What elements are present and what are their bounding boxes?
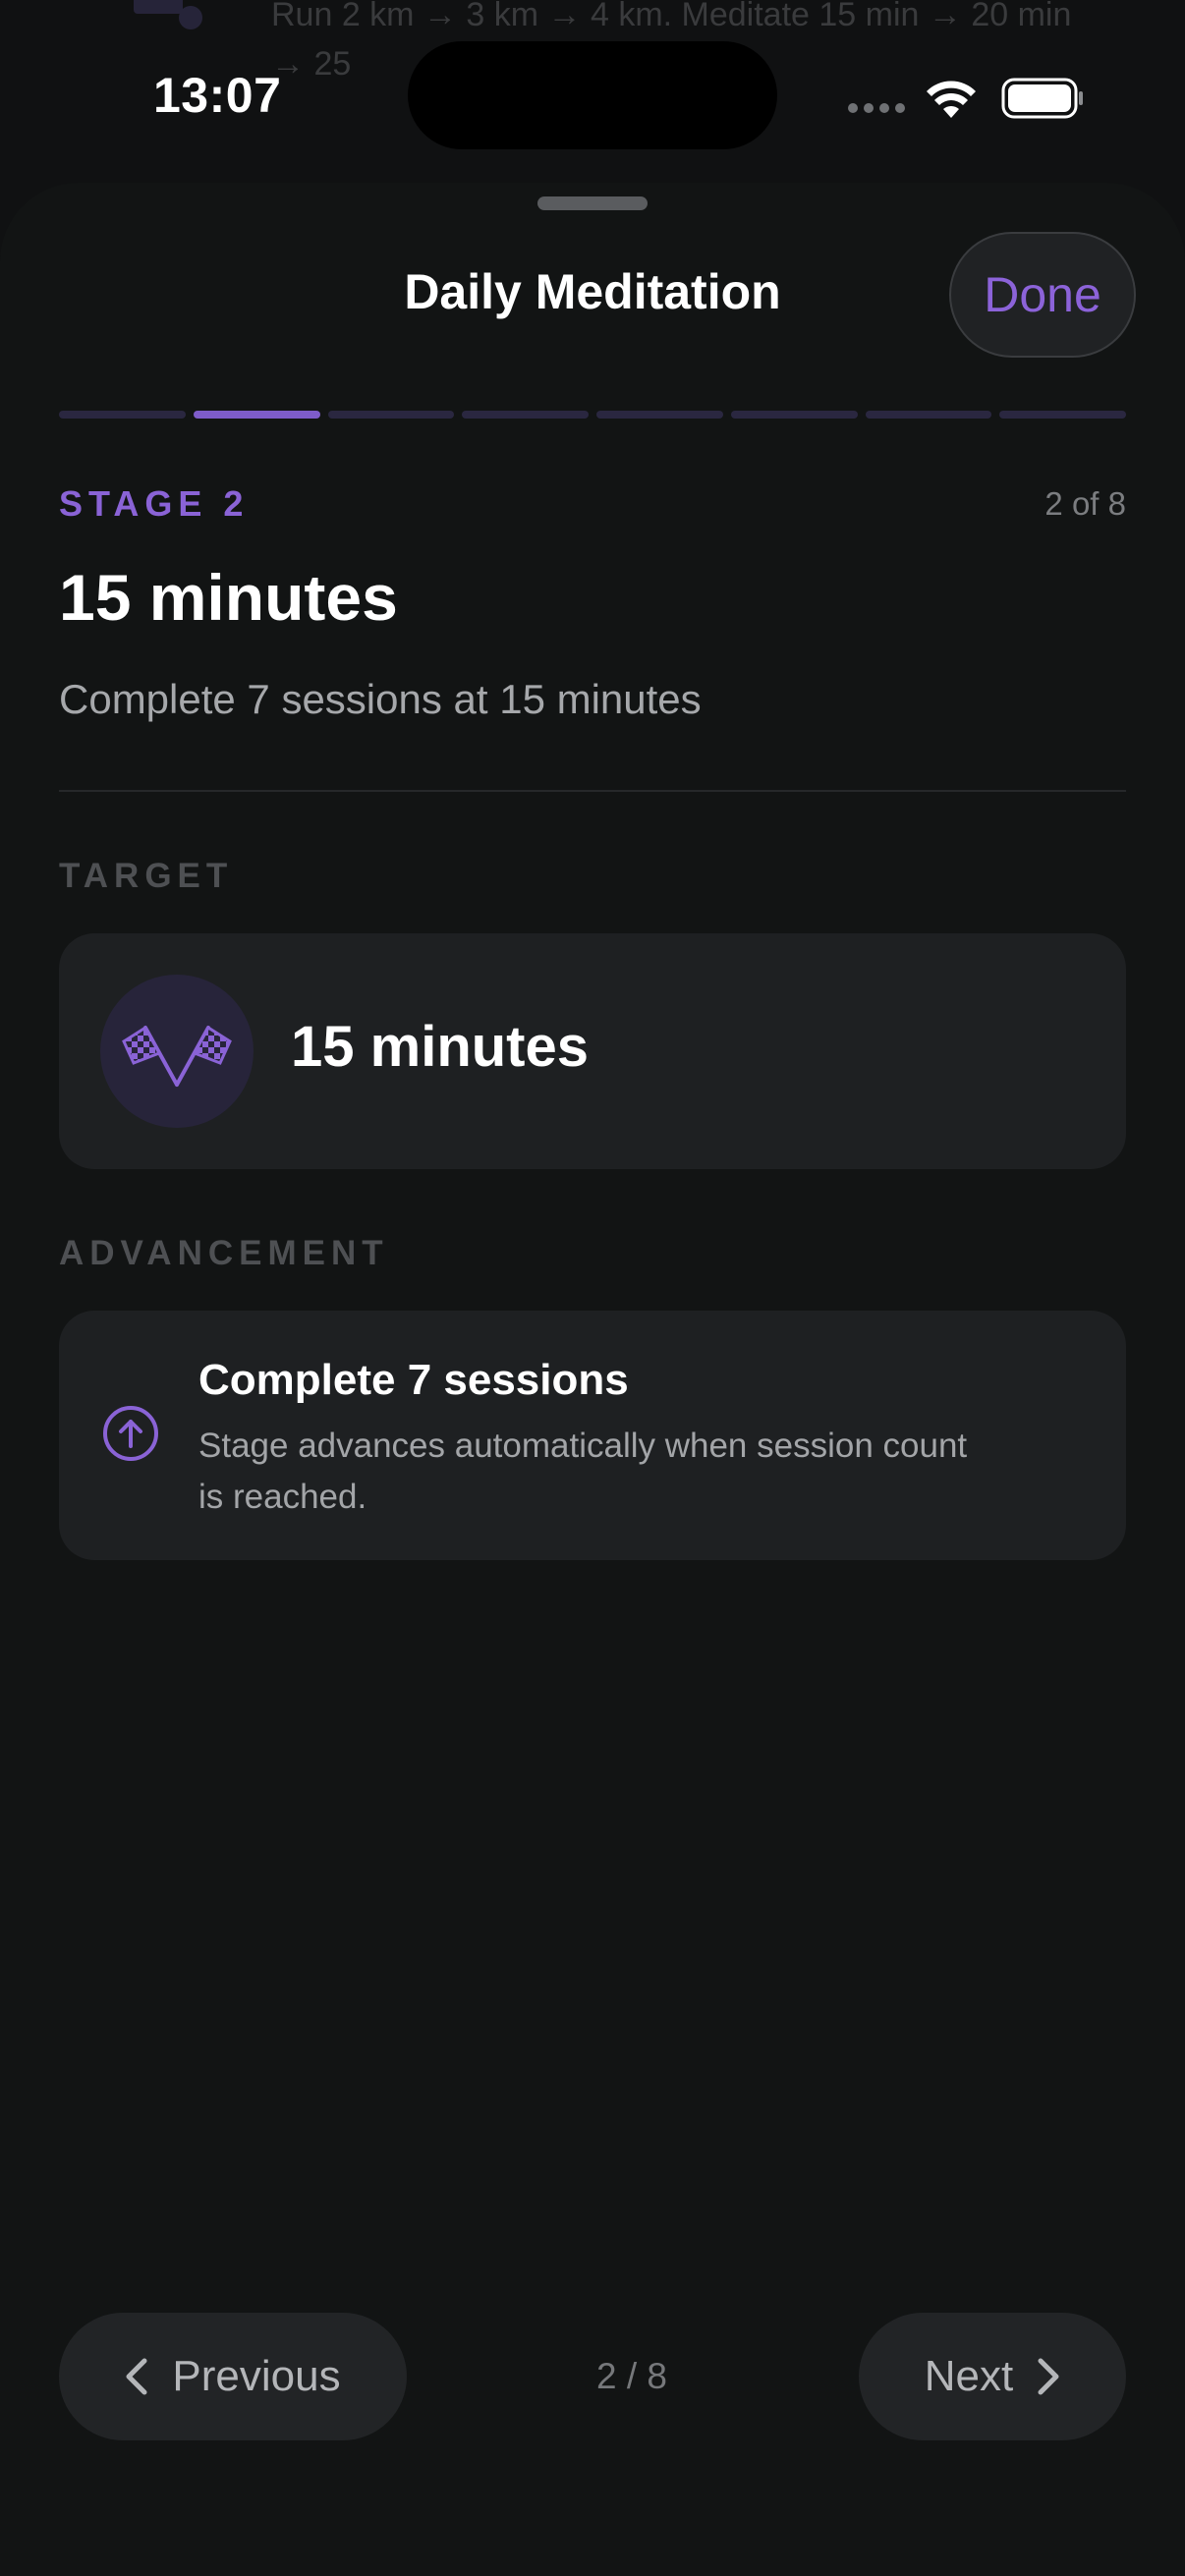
target-value: 15 minutes bbox=[291, 1015, 589, 1079]
stage-count: 2 of 8 bbox=[1044, 485, 1126, 522]
stage-detail-sheet: Daily Meditation Done STAGE 2 2 of 8 15 … bbox=[0, 183, 1185, 2576]
progress-segment-1 bbox=[59, 411, 186, 419]
progress-segment-2 bbox=[193, 411, 320, 419]
advancement-section-label: ADVANCEMENT bbox=[59, 1234, 389, 1272]
next-label: Next bbox=[924, 2352, 1014, 2400]
divider bbox=[59, 790, 1126, 792]
stage-label: STAGE 2 bbox=[59, 483, 250, 524]
cellular-signal-icon bbox=[848, 103, 905, 113]
wifi-icon bbox=[927, 81, 976, 118]
stage-description: Complete 7 sessions at 15 minutes bbox=[59, 676, 702, 722]
target-card: 15 minutes bbox=[59, 933, 1126, 1169]
checkered-flags-icon bbox=[100, 975, 254, 1128]
stage-progress-bar bbox=[59, 411, 1126, 419]
sheet-grabber[interactable] bbox=[537, 196, 648, 210]
progress-segment-3 bbox=[327, 411, 455, 419]
status-time: 13:07 bbox=[153, 68, 282, 123]
progress-segment-7 bbox=[865, 411, 992, 419]
advancement-title: Complete 7 sessions bbox=[198, 1356, 629, 1404]
background-item-icon bbox=[134, 0, 202, 29]
chevron-right-icon bbox=[1038, 2358, 1059, 2395]
arrow-up-circle-icon bbox=[103, 1406, 158, 1461]
progress-segment-5 bbox=[596, 411, 723, 419]
advancement-card: Complete 7 sessions Stage advances autom… bbox=[59, 1311, 1126, 1560]
advancement-description: Stage advances automatically when sessio… bbox=[198, 1427, 968, 1516]
stage-title: 15 minutes bbox=[59, 561, 398, 634]
next-button[interactable]: Next bbox=[859, 2313, 1126, 2440]
dynamic-island bbox=[408, 41, 777, 149]
progress-segment-6 bbox=[730, 411, 858, 419]
done-button[interactable]: Done bbox=[949, 232, 1136, 358]
target-section-label: TARGET bbox=[59, 857, 234, 895]
progress-segment-4 bbox=[462, 411, 589, 419]
progress-segment-8 bbox=[999, 411, 1126, 419]
battery-icon bbox=[1001, 78, 1083, 119]
status-indicators bbox=[847, 75, 1083, 122]
